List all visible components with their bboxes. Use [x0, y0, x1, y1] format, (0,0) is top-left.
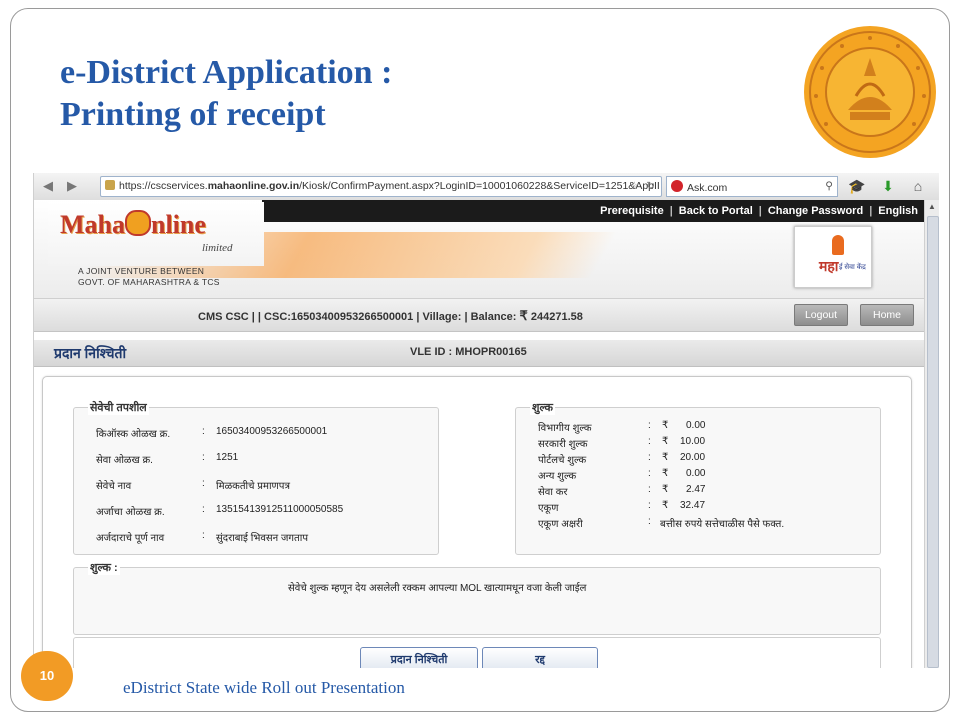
section-title: प्रदान निश्चिती [54, 345, 127, 361]
note-box: शुल्क : सेवेचे शुल्क म्हणून देय असलेली र… [73, 560, 881, 635]
action-bar: प्रदान निश्चिती रद्द [73, 637, 881, 668]
service-details-box: सेवेची तपशील किऑस्क ओळख क्र.:16503400953… [73, 400, 439, 555]
slide-title: e-District Application : Printing of rec… [60, 52, 392, 136]
ask-icon [671, 180, 683, 192]
maha-logo-subtext: ई सेवा केंद्र [839, 264, 866, 271]
balance-value: 244271.58 [530, 311, 583, 323]
cancel-button[interactable]: रद्द [482, 647, 598, 668]
home-icon[interactable]: ⌂ [910, 178, 926, 194]
logo-limited: limited [202, 242, 233, 254]
vle-id: VLE ID : MHOPR00165 [410, 346, 527, 358]
logo-text: Maha nline [60, 210, 206, 239]
note-text: सेवेचे शुल्क म्हणून देय असलेली रक्कम आपल… [288, 583, 587, 594]
service-details-legend: सेवेची तपशील [88, 400, 149, 415]
link-english[interactable]: English [872, 205, 924, 217]
graduation-cap-icon[interactable]: 🎓 [848, 178, 865, 194]
refresh-icon[interactable]: ↻ [646, 177, 655, 196]
mahaonline-logo[interactable]: Maha nline limited [48, 202, 264, 266]
section-header: प्रदान निश्चिती VLE ID : MHOPR00165 [34, 340, 924, 367]
scrollbar-thumb[interactable] [927, 216, 939, 668]
star-icon[interactable]: ☆ [630, 177, 639, 196]
maharashtra-seal-emblem-icon [804, 26, 936, 158]
scroll-up-icon[interactable]: ▲ [925, 200, 939, 214]
browser-screenshot: ◀ ▶ https://cscservices.mahaonline.gov.i… [33, 173, 939, 668]
link-change-password[interactable]: Change Password [762, 205, 869, 217]
fees-box: शुल्क विभागीय शुल्क: ₹0.00 सरकारी शुल्क: ₹… [515, 400, 881, 555]
maha-logo-text: महा [819, 258, 839, 274]
download-arrow-icon[interactable]: ⬇ [880, 178, 896, 194]
note-legend: शुल्क : [88, 560, 120, 575]
top-links-bar: Prerequisite | Back to Portal | Change Passw… [262, 200, 924, 222]
lock-icon [105, 180, 115, 190]
slide-title-line1: e-District Application : [60, 54, 393, 91]
forward-icon[interactable]: ▶ [64, 178, 80, 194]
search-input[interactable]: Ask.com ⚲ [666, 176, 838, 197]
sun-icon [125, 210, 151, 236]
back-icon[interactable]: ◀ [40, 178, 56, 194]
url-domain: mahaonline.gov.in [207, 180, 300, 192]
page-scrollbar[interactable]: ▲ [924, 200, 939, 668]
home-button[interactable]: Home [860, 304, 914, 326]
csc-info-bar: CMS CSC | | CSC:16503400953266500001 | V… [34, 298, 924, 332]
site-header: Prerequisite | Back to Portal | Change Passw… [34, 200, 924, 298]
logout-button[interactable]: Logout [794, 304, 848, 326]
slide-footer: eDistrict State wide Roll out Presentati… [123, 678, 405, 697]
fees-legend: शुल्क [530, 400, 555, 415]
maha-e-seva-logo: महा ई सेवा केंद्र [794, 226, 872, 288]
search-icon[interactable]: ⚲ [825, 177, 833, 196]
confirm-payment-button[interactable]: प्रदान निश्चिती [360, 647, 478, 668]
link-prerequisite[interactable]: Prerequisite [594, 205, 670, 217]
slide-title-line2: Printing of receipt [60, 96, 326, 133]
address-bar[interactable]: https://cscservices.mahaonline.gov.in/Ki… [100, 176, 662, 197]
joint-venture-text: A JOINT VENTURE BETWEEN GOVT. OF MAHARAS… [78, 266, 220, 287]
browser-toolbar: ◀ ▶ https://cscservices.mahaonline.gov.i… [34, 173, 939, 201]
link-back-to-portal[interactable]: Back to Portal [673, 205, 759, 217]
payment-confirmation-panel: सेवेची तपशील किऑस्क ओळख क्र.:16503400953… [42, 376, 912, 668]
web-page: Prerequisite | Back to Portal | Change Passw… [34, 200, 924, 668]
csc-info-text: CMS CSC | | CSC:16503400953266500001 | V… [198, 308, 583, 323]
page-number-badge: 10 [21, 651, 73, 701]
url-prefix: https://cscservices. [119, 180, 208, 192]
flame-icon [832, 235, 844, 255]
search-text: Ask.com [687, 182, 728, 194]
url-rest: /Kiosk/ConfirmPayment.aspx?LoginID=10001… [299, 180, 660, 192]
